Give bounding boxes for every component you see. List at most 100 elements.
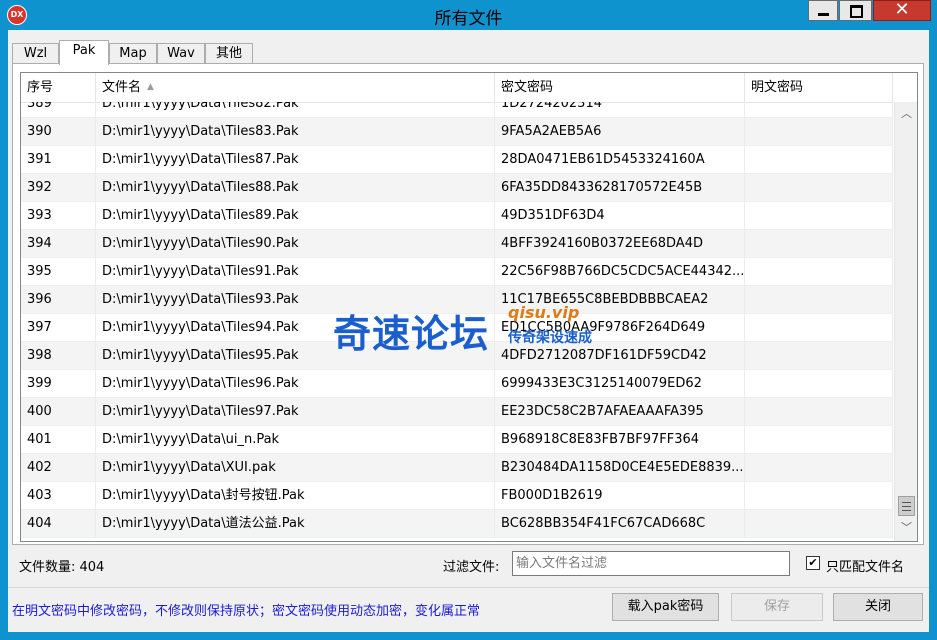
hint-text: 在明文密码中修改密码，不修改则保持原状；密文密码使用动态加密，变化属正常 bbox=[12, 604, 481, 619]
row-plain-password[interactable] bbox=[745, 510, 893, 538]
window-frame-bottom bbox=[0, 632, 937, 640]
column-header-plain-password[interactable]: 明文密码 bbox=[745, 73, 893, 102]
table-row[interactable]: 399 D:\mir1\yyyy\Data\Tiles96.Pak 6999433E… bbox=[21, 370, 893, 398]
row-index: 398 bbox=[21, 342, 96, 370]
tab-pak[interactable]: Pak bbox=[59, 40, 109, 65]
row-index: 400 bbox=[21, 398, 96, 426]
row-plain-password[interactable] bbox=[745, 370, 893, 398]
row-cipher-password: 6999433E3C3125140079ED62 bbox=[495, 370, 745, 398]
scroll-up-icon[interactable]: ︿ bbox=[895, 104, 917, 124]
row-cipher-password: EE23DC58C2B7AFAEAAAFA395 bbox=[495, 398, 745, 426]
maximize-button[interactable] bbox=[839, 0, 872, 21]
save-button[interactable]: 保存 bbox=[731, 593, 823, 621]
watermark-sub: 传奇架设速成 bbox=[508, 330, 592, 346]
row-cipher-password: BC628BB354F41FC67CAD668C bbox=[495, 510, 745, 538]
row-cipher-password: 28DA0471EB61D5453324160A bbox=[495, 146, 745, 174]
row-filename: D:\mir1\yyyy\Data\Tiles97.Pak bbox=[96, 398, 495, 426]
tab-wav[interactable]: Wav bbox=[157, 43, 205, 64]
row-cipher-password: 6FA35DD8433628170572E45B bbox=[495, 174, 745, 202]
row-plain-password[interactable] bbox=[745, 118, 893, 146]
row-plain-password[interactable] bbox=[745, 398, 893, 426]
column-header-index[interactable]: 序号 bbox=[21, 73, 96, 102]
tab-wzl[interactable]: Wzl bbox=[12, 43, 59, 64]
table-row[interactable]: 404 D:\mir1\yyyy\Data\道法公益.Pak BC628BB354F… bbox=[21, 510, 893, 538]
title-bar[interactable]: DX 所有文件 ✕ bbox=[0, 0, 937, 30]
row-plain-password[interactable] bbox=[745, 146, 893, 174]
row-cipher-password: B230484DA1158D0CE4E5EDE8839... bbox=[495, 454, 745, 482]
table-row[interactable]: 391 D:\mir1\yyyy\Data\Tiles87.Pak 28DA0471… bbox=[21, 146, 893, 174]
table-row[interactable]: 403 D:\mir1\yyyy\Data\封号按钮.Pak FB000D1B261… bbox=[21, 482, 893, 510]
row-cipher-password: FB000D1B2619 bbox=[495, 482, 745, 510]
row-cipher-password: 9FA5A2AEB5A6 bbox=[495, 118, 745, 146]
row-index: 402 bbox=[21, 454, 96, 482]
row-index: 394 bbox=[21, 230, 96, 258]
row-index: 395 bbox=[21, 258, 96, 286]
filter-input[interactable] bbox=[512, 551, 790, 576]
sort-ascending-icon: ▲ bbox=[147, 82, 154, 92]
table-row[interactable]: 394 D:\mir1\yyyy\Data\Tiles90.Pak 4BFF3924… bbox=[21, 230, 893, 258]
row-filename: D:\mir1\yyyy\Data\Tiles90.Pak bbox=[96, 230, 495, 258]
minimize-button[interactable] bbox=[808, 0, 838, 21]
row-index: 396 bbox=[21, 286, 96, 314]
row-filename: D:\mir1\yyyy\Data\封号按钮.Pak bbox=[96, 482, 495, 510]
table-row[interactable]: 401 D:\mir1\yyyy\Data\ui_n.Pak B968918C8E8… bbox=[21, 426, 893, 454]
scroll-down-icon[interactable]: ﹀ bbox=[895, 518, 917, 538]
table-row[interactable]: 393 D:\mir1\yyyy\Data\Tiles89.Pak 49D351DF… bbox=[21, 202, 893, 230]
tab-map[interactable]: Map bbox=[109, 43, 157, 64]
table-row[interactable]: 402 D:\mir1\yyyy\Data\XUI.pak B230484DA115… bbox=[21, 454, 893, 482]
row-index: 397 bbox=[21, 314, 96, 342]
table-row[interactable]: 389 D:\mir1\yyyy\Data\Tiles82.Pak 1D272420… bbox=[21, 102, 893, 118]
table-row[interactable]: 395 D:\mir1\yyyy\Data\Tiles91.Pak 22C56F98… bbox=[21, 258, 893, 286]
table-row[interactable]: 400 D:\mir1\yyyy\Data\Tiles97.Pak EE23DC58… bbox=[21, 398, 893, 426]
load-pak-password-button[interactable]: 载入pak密码 bbox=[612, 593, 719, 621]
row-filename: D:\mir1\yyyy\Data\Tiles87.Pak bbox=[96, 146, 495, 174]
row-plain-password[interactable] bbox=[745, 174, 893, 202]
column-header-filename[interactable]: 文件名 ▲ bbox=[96, 73, 495, 102]
row-filename: D:\mir1\yyyy\Data\Tiles91.Pak bbox=[96, 258, 495, 286]
close-icon: ✕ bbox=[894, 0, 910, 20]
watermark-main: 奇速论坛 bbox=[333, 311, 490, 356]
row-plain-password[interactable] bbox=[745, 102, 893, 118]
table-row[interactable]: 392 D:\mir1\yyyy\Data\Tiles88.Pak 6FA35DD8… bbox=[21, 174, 893, 202]
close-button[interactable]: 关闭 bbox=[833, 593, 923, 621]
row-plain-password[interactable] bbox=[745, 258, 893, 286]
row-plain-password[interactable] bbox=[745, 202, 893, 230]
row-cipher-password: 22C56F98B766DC5CDC5ACE44342... bbox=[495, 258, 745, 286]
row-plain-password[interactable] bbox=[745, 482, 893, 510]
row-index: 393 bbox=[21, 202, 96, 230]
row-plain-password[interactable] bbox=[745, 342, 893, 370]
row-cipher-password: 1D2724202314 bbox=[495, 102, 745, 118]
row-cipher-password: B968918C8E83FB7BF97FF364 bbox=[495, 426, 745, 454]
match-name-only-checkbox[interactable]: ✔ bbox=[806, 556, 820, 570]
watermark-url: qisu.vip bbox=[508, 303, 580, 322]
row-filename: D:\mir1\yyyy\Data\ui_n.Pak bbox=[96, 426, 495, 454]
divider bbox=[8, 587, 929, 588]
row-filename: D:\mir1\yyyy\Data\Tiles96.Pak bbox=[96, 370, 495, 398]
row-index: 403 bbox=[21, 482, 96, 510]
row-filename: D:\mir1\yyyy\Data\Tiles89.Pak bbox=[96, 202, 495, 230]
row-index: 389 bbox=[21, 102, 96, 118]
row-index: 399 bbox=[21, 370, 96, 398]
table-row[interactable]: 390 D:\mir1\yyyy\Data\Tiles83.Pak 9FA5A2AE… bbox=[21, 118, 893, 146]
row-plain-password[interactable] bbox=[745, 314, 893, 342]
row-filename: D:\mir1\yyyy\Data\道法公益.Pak bbox=[96, 510, 495, 538]
row-filename: D:\mir1\yyyy\Data\Tiles82.Pak bbox=[96, 102, 495, 118]
vertical-scrollbar[interactable]: ︿ ﹀ bbox=[894, 102, 917, 541]
row-plain-password[interactable] bbox=[745, 286, 893, 314]
row-filename: D:\mir1\yyyy\Data\Tiles83.Pak bbox=[96, 118, 495, 146]
window-frame-left bbox=[0, 30, 8, 640]
window-frame-right bbox=[929, 30, 937, 640]
row-index: 401 bbox=[21, 426, 96, 454]
table-header: 序号 文件名 ▲ 密文密码 明文密码 bbox=[21, 73, 893, 103]
filter-label: 过滤文件: bbox=[443, 560, 500, 575]
tab-other[interactable]: 其他 bbox=[205, 43, 253, 64]
row-plain-password[interactable] bbox=[745, 426, 893, 454]
row-plain-password[interactable] bbox=[745, 454, 893, 482]
column-header-cipher-password[interactable]: 密文密码 bbox=[495, 73, 745, 102]
scroll-thumb[interactable] bbox=[898, 496, 915, 516]
row-plain-password[interactable] bbox=[745, 230, 893, 258]
row-filename: D:\mir1\yyyy\Data\XUI.pak bbox=[96, 454, 495, 482]
watermark: 奇速论坛 qisu.vip 传奇架设速成 bbox=[333, 303, 633, 356]
row-filename: D:\mir1\yyyy\Data\Tiles88.Pak bbox=[96, 174, 495, 202]
close-window-button[interactable]: ✕ bbox=[873, 0, 931, 21]
